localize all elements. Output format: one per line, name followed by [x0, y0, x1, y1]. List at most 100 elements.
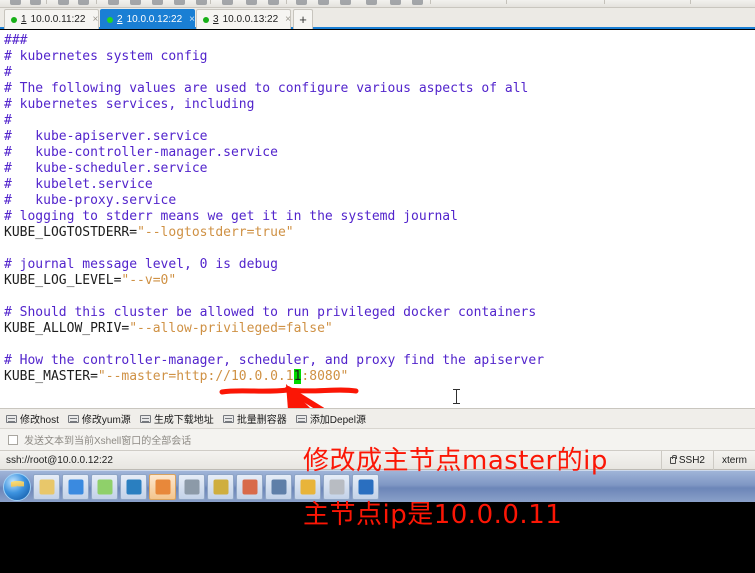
taskbar-firefox-button[interactable] — [149, 473, 176, 500]
tunnel-icon[interactable] — [390, 0, 401, 5]
terminal-line: # — [4, 65, 755, 81]
clear-icon[interactable] — [196, 0, 207, 5]
copy-icon[interactable] — [152, 0, 163, 5]
close-icon[interactable]: × — [285, 14, 291, 25]
paste-icon[interactable] — [174, 0, 185, 5]
reconnect-icon[interactable] — [108, 0, 119, 5]
disconnect-icon[interactable] — [130, 0, 141, 5]
text-tool-icon — [329, 479, 344, 494]
terminal-line: # How the controller-manager, scheduler,… — [4, 353, 755, 369]
terminal-text: # The following values are used to confi… — [4, 81, 529, 96]
paint-icon — [242, 479, 257, 494]
toolbar-separator — [210, 0, 211, 4]
status-connection: ssh://root@10.0.0.12:22 — [6, 454, 113, 466]
terminal-text: :8080" — [301, 369, 349, 384]
terminal-line: # journal message level, 0 is debug — [4, 257, 755, 273]
taskbar-chrome-button[interactable] — [62, 473, 89, 500]
taskbar-putty-button[interactable] — [207, 473, 234, 500]
status-bar: ssh://root@10.0.0.12:22 SSH2 xterm — [0, 450, 755, 470]
session-tab-label: 10.0.0.11:22 — [30, 14, 86, 25]
quick-command-3[interactable]: 生成下载地址 — [139, 411, 214, 426]
quick-command-label: 修改host — [20, 415, 59, 426]
save-icon[interactable] — [58, 0, 69, 5]
print-icon[interactable] — [222, 0, 233, 5]
toolbar-separator — [46, 0, 47, 4]
start-button-icon[interactable] — [3, 472, 31, 501]
session-tab-number: 2 — [117, 14, 123, 25]
terminal-text: # kube-apiserver.service — [4, 129, 208, 144]
quick-command-1[interactable]: 修改host — [6, 411, 59, 426]
toolbar-separator — [286, 0, 287, 4]
session-tab-label: 10.0.0.13:22 — [222, 14, 279, 25]
session-tab-bar[interactable]: 1 10.0.0.11:22 × 2 10.0.0.12:22 × 3 10.0.0.13:2… — [0, 8, 755, 29]
close-icon[interactable]: × — [189, 14, 195, 25]
highlight-icon[interactable] — [366, 0, 377, 5]
session-tab-3[interactable]: 3 10.0.0.13:22 × — [196, 9, 291, 29]
terminal-text: # — [4, 113, 12, 128]
windows-taskbar[interactable] — [0, 470, 755, 502]
taskbar-notepad-button[interactable] — [91, 473, 118, 500]
quick-command-4[interactable]: 批量删容器 — [222, 411, 287, 426]
terminal-text: "--master=http://10.0.0.1 — [97, 369, 294, 384]
taskbar-media-player-button[interactable] — [120, 473, 147, 500]
command-button-icon — [139, 414, 151, 423]
xftp-icon — [271, 479, 286, 494]
terminal-text: KUBE_ALLOW_PRIV= — [4, 321, 130, 336]
log-icon[interactable] — [246, 0, 257, 5]
transfer-icon[interactable] — [268, 0, 279, 5]
terminal-line: # logging to stderr means we get it in t… — [4, 209, 755, 225]
terminal-text: # How the controller-manager, scheduler,… — [4, 353, 545, 368]
toolbar-separator — [430, 0, 431, 4]
terminal-line: # — [4, 113, 755, 129]
quick-command-label: 修改yum源 — [81, 415, 131, 426]
taskbar-text-tool-button[interactable] — [323, 473, 350, 500]
compose-icon[interactable] — [340, 0, 351, 5]
terminal-output[interactable]: ### # kubernetes system config # # The foll… — [0, 30, 755, 408]
connection-status-dot-icon — [107, 16, 113, 23]
quick-command-label: 生成下载地址 — [153, 415, 214, 426]
send-to-all-checkbox[interactable] — [8, 434, 18, 445]
quick-command-5[interactable]: 添加Depel源 — [295, 411, 366, 426]
taskbar-vmware-button[interactable] — [178, 473, 205, 500]
terminal-text: KUBE_LOG_LEVEL= — [4, 273, 122, 288]
terminal-text: # kubernetes services, including — [4, 97, 255, 112]
properties-icon[interactable] — [296, 0, 307, 5]
search-icon[interactable] — [78, 0, 89, 5]
help-icon[interactable] — [412, 0, 423, 5]
terminal-line: # kube-controller-manager.service — [4, 145, 755, 161]
command-button-icon — [67, 414, 79, 423]
new-tab-button[interactable]: + — [293, 9, 313, 29]
taskbar-explorer-button[interactable] — [33, 473, 60, 500]
quick-command-2[interactable]: 修改yum源 — [67, 411, 131, 426]
terminal-line: # Should this cluster be allowed to run … — [4, 305, 755, 321]
send-to-all-sessions-row[interactable]: 发送文本到当前Xshell窗口的全部会话 — [0, 429, 755, 451]
taskbar-paint-button[interactable] — [236, 473, 263, 500]
command-button-icon — [6, 414, 17, 423]
terminal-text: # — [4, 65, 12, 80]
session-tab-2[interactable]: 2 10.0.0.12:22 × — [100, 9, 195, 29]
xshell-icon — [300, 479, 315, 494]
open-icon[interactable] — [30, 0, 41, 5]
terminal-line: # kubernetes services, including — [4, 97, 755, 113]
quick-command-bar[interactable]: 修改host 修改yum源 生成下载地址 批量删容器 添加Depel源 — [0, 408, 755, 429]
connection-status-dot-icon — [11, 16, 17, 23]
terminal-text: # kube-proxy.service — [4, 193, 177, 208]
terminal-line: KUBE_MASTER="--master=http://10.0.0.11:8… — [4, 369, 755, 385]
taskbar-xshell-button[interactable] — [294, 473, 321, 500]
session-tab-number: 3 — [213, 14, 219, 25]
close-icon[interactable]: × — [92, 14, 98, 25]
firefox-icon — [155, 479, 170, 494]
taskbar-xftp-button[interactable] — [265, 473, 292, 500]
status-protocol-cell: SSH2 — [660, 450, 713, 470]
terminal-line: # kube-apiserver.service — [4, 129, 755, 145]
terminal-line: KUBE_LOG_LEVEL="--v=0" — [4, 273, 755, 289]
new-session-icon[interactable] — [10, 0, 21, 5]
navicat-icon — [358, 479, 373, 494]
find-icon[interactable] — [318, 0, 329, 5]
toolbar-separator — [96, 0, 97, 4]
main-toolbar[interactable] — [0, 0, 755, 8]
taskbar-navicat-button[interactable] — [352, 473, 379, 500]
putty-icon — [213, 479, 228, 494]
session-tab-1[interactable]: 1 10.0.0.11:22 × — [4, 9, 99, 29]
